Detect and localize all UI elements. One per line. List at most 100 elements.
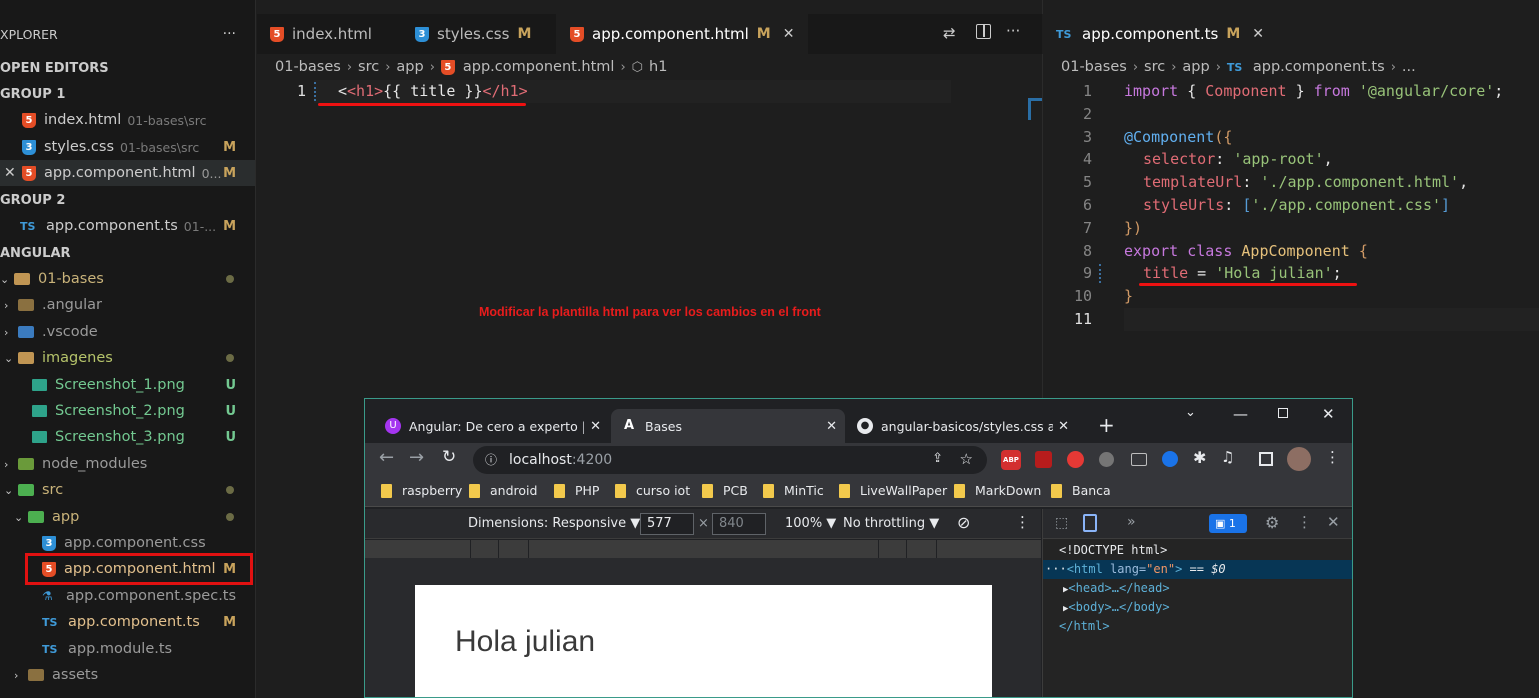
new-tab-icon[interactable]: + bbox=[1098, 413, 1115, 437]
minimize-icon[interactable]: — bbox=[1233, 405, 1248, 423]
more-actions-icon[interactable]: ··· bbox=[223, 26, 236, 42]
browser-tab-udemy[interactable]: U Angular: De cero a experto | Ude ✕ bbox=[375, 409, 609, 443]
project-section[interactable]: ANGULAR bbox=[0, 240, 255, 266]
tree-01-bases[interactable]: ⌄ 01-bases bbox=[0, 266, 255, 292]
extension-icon[interactable] bbox=[1131, 453, 1147, 466]
ts-code-line-7[interactable]: }) bbox=[1124, 217, 1142, 240]
ts-code-line-6[interactable]: styleUrls: ['./app.component.css'] bbox=[1143, 194, 1450, 217]
html-code-line[interactable]: <<h1>{{ title }}</h1> bbox=[338, 80, 528, 103]
tab-search-icon[interactable]: ⌄ bbox=[1185, 405, 1196, 420]
more-options-icon[interactable]: ⋮ bbox=[1015, 513, 1030, 531]
close-icon[interactable]: ✕ bbox=[4, 165, 22, 181]
close-tab-icon[interactable]: ✕ bbox=[1252, 26, 1264, 42]
browser-tab-bases[interactable]: A Bases ✕ bbox=[611, 409, 845, 443]
ts-code-line-9[interactable]: title = 'Hola julian'; bbox=[1143, 262, 1342, 285]
close-tab-icon[interactable]: ✕ bbox=[826, 419, 837, 434]
tree-app-module-ts[interactable]: TS app.module.ts bbox=[0, 636, 255, 662]
media-control-icon[interactable]: ♫ bbox=[1221, 448, 1234, 466]
ts-code-line-5[interactable]: templateUrl: './app.component.html', bbox=[1143, 171, 1468, 194]
tab-app-component-html[interactable]: 5 app.component.html M ✕ bbox=[556, 14, 809, 54]
dom-html-element[interactable]: ···<html lang="en"> == $0 bbox=[1045, 560, 1226, 579]
extension-icon[interactable] bbox=[1162, 451, 1178, 467]
zoom-select[interactable]: 100% ▼ bbox=[785, 516, 836, 531]
compare-changes-icon[interactable]: ⇄ bbox=[943, 24, 956, 42]
dimensions-select[interactable]: Dimensions: Responsive ▼ bbox=[468, 516, 640, 531]
profile-avatar[interactable] bbox=[1287, 447, 1311, 471]
tree-imagenes[interactable]: ⌄ imagenes bbox=[0, 345, 255, 371]
adblock-plus-icon[interactable]: ABP bbox=[1001, 450, 1021, 470]
close-tab-icon[interactable]: ✕ bbox=[783, 26, 795, 42]
tree-vscode[interactable]: › .vscode bbox=[0, 319, 255, 345]
browser-tab-github[interactable]: ● angular-basicos/styles.css at ma ✕ bbox=[847, 409, 1077, 443]
issues-badge[interactable]: ▣ 1 bbox=[1209, 514, 1247, 533]
more-actions-icon[interactable]: ··· bbox=[1006, 22, 1020, 40]
tree-src[interactable]: ⌄ src bbox=[0, 477, 255, 503]
width-input[interactable]: 577 bbox=[640, 513, 694, 535]
group2-header[interactable]: GROUP 2 bbox=[0, 187, 255, 213]
maximize-icon[interactable] bbox=[1278, 408, 1288, 418]
share-icon[interactable]: ⇪ bbox=[932, 451, 943, 466]
more-tabs-icon[interactable]: » bbox=[1127, 514, 1136, 530]
reload-icon[interactable]: ↻ bbox=[442, 447, 456, 467]
ts-code-line-1[interactable]: import { Component } from '@angular/core… bbox=[1124, 80, 1503, 103]
extensions-puzzle-icon[interactable]: ✱ bbox=[1193, 448, 1206, 467]
close-tab-icon[interactable]: ✕ bbox=[1058, 419, 1069, 434]
bookmark-folder[interactable]: raspberry bbox=[381, 483, 462, 498]
rotate-icon[interactable]: ⊘ bbox=[957, 513, 970, 532]
close-window-icon[interactable]: ✕ bbox=[1322, 405, 1335, 423]
forward-icon[interactable]: → bbox=[409, 447, 424, 468]
open-editor-app-component-ts[interactable]: TS app.component.ts 01-... M bbox=[0, 213, 255, 239]
open-editor-app-component-html[interactable]: ✕ 5 app.component.html 0... M bbox=[0, 160, 255, 186]
height-input[interactable]: 840 bbox=[712, 513, 766, 535]
tree-assets[interactable]: › assets bbox=[0, 662, 255, 688]
tree-screenshot-2[interactable]: Screenshot_2.png U bbox=[0, 398, 255, 424]
bookmark-star-icon[interactable]: ☆ bbox=[960, 450, 973, 468]
bookmark-folder[interactable]: curso iot bbox=[615, 483, 690, 498]
tab-index-html[interactable]: 5 index.html bbox=[270, 20, 372, 48]
bookmark-folder[interactable]: MarkDown bbox=[954, 483, 1041, 498]
tab-styles-css[interactable]: 3 styles.css M bbox=[415, 20, 531, 48]
open-editors-section[interactable]: OPEN EDITORS bbox=[0, 55, 255, 81]
tree-screenshot-3[interactable]: Screenshot_3.png U bbox=[0, 424, 255, 450]
bookmark-folder[interactable]: Banca bbox=[1051, 483, 1111, 498]
bookmark-folder[interactable]: android bbox=[469, 483, 537, 498]
tree-node-modules[interactable]: › node_modules bbox=[0, 451, 255, 477]
open-editor-styles-css[interactable]: 3 styles.css 01-bases\src M bbox=[0, 134, 255, 160]
ts-code-line-8[interactable]: export class AppComponent { bbox=[1124, 240, 1368, 263]
tree-app-component-ts[interactable]: TS app.component.ts M bbox=[0, 609, 255, 635]
tree-screenshot-1[interactable]: Screenshot_1.png U bbox=[0, 372, 255, 398]
ts-code-line-4[interactable]: selector: 'app-root', bbox=[1143, 148, 1333, 171]
devtools-menu-icon[interactable]: ⋮ bbox=[1297, 513, 1312, 531]
ts-code-line-10[interactable]: } bbox=[1124, 285, 1133, 308]
settings-gear-icon[interactable]: ⚙ bbox=[1265, 513, 1279, 532]
tree-app-component-spec[interactable]: ⚗ app.component.spec.ts bbox=[0, 583, 255, 609]
tree-angular[interactable]: › .angular bbox=[0, 292, 255, 318]
device-toggle-icon[interactable] bbox=[1083, 514, 1097, 532]
dom-html-close[interactable]: </html> bbox=[1059, 617, 1110, 636]
close-tab-icon[interactable]: ✕ bbox=[590, 419, 601, 434]
open-editor-index-html[interactable]: 5 index.html 01-bases\src bbox=[0, 107, 255, 133]
tree-app[interactable]: ⌄ app bbox=[0, 504, 255, 530]
chrome-menu-icon[interactable]: ⋮ bbox=[1325, 448, 1340, 466]
dom-head-element[interactable]: ▶<head>…</head> bbox=[1063, 579, 1170, 598]
split-editor-icon[interactable] bbox=[976, 24, 991, 39]
dom-doctype[interactable]: <!DOCTYPE html> bbox=[1059, 541, 1167, 560]
extension-icon[interactable] bbox=[1035, 451, 1052, 468]
group1-header[interactable]: GROUP 1 bbox=[0, 81, 255, 107]
url-input[interactable]: ⓘ localhost:4200 ⇪ ☆ bbox=[473, 446, 987, 474]
tab-app-component-ts[interactable]: TS app.component.ts M ✕ bbox=[1042, 14, 1278, 54]
bookmark-folder[interactable]: MinTic bbox=[763, 483, 824, 498]
close-devtools-icon[interactable]: ✕ bbox=[1327, 513, 1340, 531]
ts-code-line-3[interactable]: @Component({ bbox=[1124, 126, 1232, 149]
back-icon[interactable]: ← bbox=[379, 447, 394, 468]
inspect-element-icon[interactable]: ⬚ bbox=[1055, 515, 1068, 531]
extension-icon[interactable] bbox=[1099, 452, 1114, 467]
extension-icon[interactable] bbox=[1067, 451, 1084, 468]
bookmark-folder[interactable]: LiveWallPaper bbox=[839, 483, 947, 498]
dom-body-element[interactable]: ▶<body>…</body> bbox=[1063, 598, 1170, 617]
bookmark-folder[interactable]: PHP bbox=[554, 483, 599, 498]
throttling-select[interactable]: No throttling ▼ bbox=[843, 516, 939, 531]
bookmark-folder[interactable]: PCB bbox=[702, 483, 748, 498]
site-info-icon[interactable]: ⓘ bbox=[485, 451, 497, 468]
side-panel-icon[interactable] bbox=[1259, 452, 1273, 466]
